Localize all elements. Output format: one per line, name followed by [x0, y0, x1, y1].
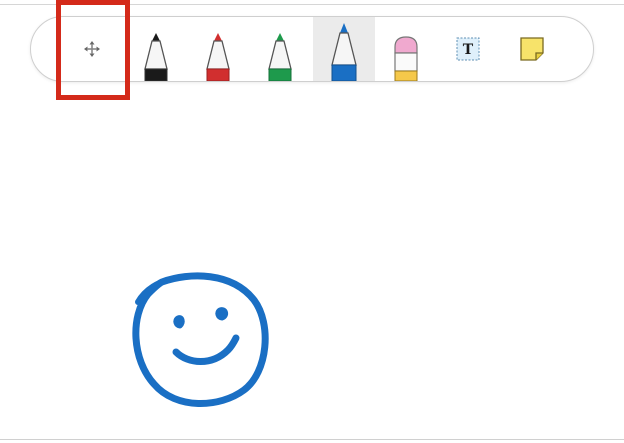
- black-pen-button[interactable]: [125, 17, 187, 81]
- top-divider: [0, 4, 624, 5]
- eraser-icon: [394, 36, 418, 81]
- eraser-button[interactable]: [375, 17, 437, 81]
- smiley-face-doodle: [132, 272, 269, 407]
- bottom-divider: [0, 439, 624, 440]
- pen-icon: [331, 23, 357, 81]
- whiteboard-canvas[interactable]: T: [0, 0, 624, 443]
- blue-pen-button[interactable]: [313, 17, 375, 81]
- sticky-note-button[interactable]: [501, 17, 563, 81]
- green-pen-button[interactable]: [249, 17, 311, 81]
- text-box-label: T: [463, 42, 474, 58]
- sticky-note-icon: [520, 37, 544, 61]
- move-icon: [84, 41, 100, 57]
- move-tool-button[interactable]: [61, 17, 123, 81]
- pen-icon: [268, 33, 292, 81]
- text-box-icon: T: [456, 37, 480, 61]
- pen-icon: [144, 33, 168, 81]
- ink-toolbar: T: [30, 16, 594, 82]
- text-box-button[interactable]: T: [437, 17, 499, 81]
- pen-icon: [206, 33, 230, 81]
- red-pen-button[interactable]: [187, 17, 249, 81]
